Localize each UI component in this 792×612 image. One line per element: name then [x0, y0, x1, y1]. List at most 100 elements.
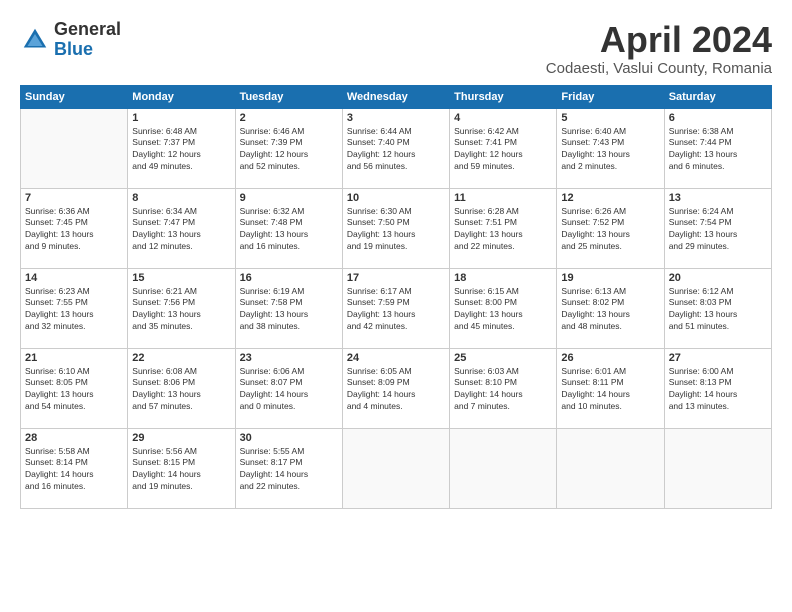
- calendar-day-header: Sunday: [21, 85, 128, 108]
- calendar-cell: 16 Sunrise: 6:19 AM Sunset: 7:58 PM Dayli…: [235, 268, 342, 348]
- day-info: Sunrise: 6:06 AM Sunset: 8:07 PM Dayligh…: [240, 366, 338, 414]
- calendar-cell: 23 Sunrise: 6:06 AM Sunset: 8:07 PM Dayli…: [235, 348, 342, 428]
- calendar-day-header: Friday: [557, 85, 664, 108]
- day-info: Sunrise: 6:30 AM Sunset: 7:50 PM Dayligh…: [347, 206, 445, 254]
- day-info: Sunrise: 6:26 AM Sunset: 7:52 PM Dayligh…: [561, 206, 659, 254]
- calendar-cell: 21Sunrise: 6:10 AM Sunset: 8:05 PM Dayli…: [21, 348, 128, 428]
- calendar-header-row: SundayMondayTuesdayWednesdayThursdayFrid…: [21, 85, 772, 108]
- calendar-cell: 10 Sunrise: 6:30 AM Sunset: 7:50 PM Dayli…: [342, 188, 449, 268]
- day-number: 24: [347, 352, 445, 364]
- day-info: Sunrise: 6:19 AM Sunset: 7:58 PM Dayligh…: [240, 286, 338, 334]
- day-info: Sunrise: 6:34 AM Sunset: 7:47 PM Dayligh…: [132, 206, 230, 254]
- day-number: 13: [669, 192, 767, 204]
- day-number: 19: [561, 272, 659, 284]
- day-number: 27: [669, 352, 767, 364]
- day-number: 26: [561, 352, 659, 364]
- day-info: Sunrise: 6:38 AM Sunset: 7:44 PM Dayligh…: [669, 126, 767, 174]
- calendar-cell: [21, 108, 128, 188]
- day-number: 11: [454, 192, 552, 204]
- day-number: 7: [25, 192, 123, 204]
- day-info: Sunrise: 6:05 AM Sunset: 8:09 PM Dayligh…: [347, 366, 445, 414]
- day-info: Sunrise: 6:21 AM Sunset: 7:56 PM Dayligh…: [132, 286, 230, 334]
- day-number: 1: [132, 112, 230, 124]
- day-number: 3: [347, 112, 445, 124]
- day-number: 22: [132, 352, 230, 364]
- logo-icon: [20, 25, 50, 55]
- day-info: Sunrise: 6:42 AM Sunset: 7:41 PM Dayligh…: [454, 126, 552, 174]
- day-number: 8: [132, 192, 230, 204]
- day-info: Sunrise: 6:01 AM Sunset: 8:11 PM Dayligh…: [561, 366, 659, 414]
- day-info: Sunrise: 6:40 AM Sunset: 7:43 PM Dayligh…: [561, 126, 659, 174]
- calendar-cell: [450, 428, 557, 508]
- day-number: 20: [669, 272, 767, 284]
- day-number: 4: [454, 112, 552, 124]
- day-number: 17: [347, 272, 445, 284]
- day-number: 12: [561, 192, 659, 204]
- logo: General Blue: [20, 20, 121, 60]
- calendar-cell: 22 Sunrise: 6:08 AM Sunset: 8:06 PM Dayli…: [128, 348, 235, 428]
- calendar-cell: 24 Sunrise: 6:05 AM Sunset: 8:09 PM Dayli…: [342, 348, 449, 428]
- calendar-cell: 12 Sunrise: 6:26 AM Sunset: 7:52 PM Dayli…: [557, 188, 664, 268]
- calendar-cell: 15 Sunrise: 6:21 AM Sunset: 7:56 PM Dayli…: [128, 268, 235, 348]
- day-number: 9: [240, 192, 338, 204]
- calendar-day-header: Tuesday: [235, 85, 342, 108]
- day-info: Sunrise: 6:08 AM Sunset: 8:06 PM Dayligh…: [132, 366, 230, 414]
- logo-text: General Blue: [54, 20, 121, 60]
- day-info: Sunrise: 6:28 AM Sunset: 7:51 PM Dayligh…: [454, 206, 552, 254]
- calendar-cell: 2 Sunrise: 6:46 AM Sunset: 7:39 PM Daylig…: [235, 108, 342, 188]
- day-number: 23: [240, 352, 338, 364]
- calendar-day-header: Thursday: [450, 85, 557, 108]
- calendar-week-row: 7 Sunrise: 6:36 AM Sunset: 7:45 PM Daylig…: [21, 188, 772, 268]
- calendar-cell: 18 Sunrise: 6:15 AM Sunset: 8:00 PM Dayli…: [450, 268, 557, 348]
- day-info: Sunrise: 6:03 AM Sunset: 8:10 PM Dayligh…: [454, 366, 552, 414]
- calendar-cell: [342, 428, 449, 508]
- day-info: Sunrise: 6:13 AM Sunset: 8:02 PM Dayligh…: [561, 286, 659, 334]
- calendar-cell: 13 Sunrise: 6:24 AM Sunset: 7:54 PM Dayli…: [664, 188, 771, 268]
- logo-general: General: [54, 20, 121, 40]
- calendar-cell: 20 Sunrise: 6:12 AM Sunset: 8:03 PM Dayli…: [664, 268, 771, 348]
- day-number: 10: [347, 192, 445, 204]
- calendar-day-header: Monday: [128, 85, 235, 108]
- day-info: Sunrise: 6:46 AM Sunset: 7:39 PM Dayligh…: [240, 126, 338, 174]
- calendar-cell: 17Sunrise: 6:17 AM Sunset: 7:59 PM Dayli…: [342, 268, 449, 348]
- day-info: Sunrise: 6:00 AM Sunset: 8:13 PM Dayligh…: [669, 366, 767, 414]
- day-info: Sunrise: 5:55 AM Sunset: 8:17 PM Dayligh…: [240, 446, 338, 494]
- day-number: 15: [132, 272, 230, 284]
- day-number: 16: [240, 272, 338, 284]
- calendar-cell: 25 Sunrise: 6:03 AM Sunset: 8:10 PM Dayli…: [450, 348, 557, 428]
- day-info: Sunrise: 5:56 AM Sunset: 8:15 PM Dayligh…: [132, 446, 230, 494]
- day-number: 14: [25, 272, 123, 284]
- calendar-cell: [557, 428, 664, 508]
- logo-blue-text: Blue: [54, 40, 121, 60]
- day-info: Sunrise: 6:36 AM Sunset: 7:45 PM Dayligh…: [25, 206, 123, 254]
- day-info: Sunrise: 6:12 AM Sunset: 8:03 PM Dayligh…: [669, 286, 767, 334]
- calendar-cell: 5 Sunrise: 6:40 AM Sunset: 7:43 PM Daylig…: [557, 108, 664, 188]
- calendar-cell: 19 Sunrise: 6:13 AM Sunset: 8:02 PM Dayli…: [557, 268, 664, 348]
- page: General Blue April 2024 Codaesti, Vaslui…: [0, 0, 792, 612]
- calendar-table: SundayMondayTuesdayWednesdayThursdayFrid…: [20, 85, 772, 509]
- calendar-cell: 29 Sunrise: 5:56 AM Sunset: 8:15 PM Dayli…: [128, 428, 235, 508]
- calendar-cell: 4 Sunrise: 6:42 AM Sunset: 7:41 PM Daylig…: [450, 108, 557, 188]
- calendar-week-row: 21Sunrise: 6:10 AM Sunset: 8:05 PM Dayli…: [21, 348, 772, 428]
- day-number: 2: [240, 112, 338, 124]
- calendar-cell: 26 Sunrise: 6:01 AM Sunset: 8:11 PM Dayli…: [557, 348, 664, 428]
- calendar-day-header: Wednesday: [342, 85, 449, 108]
- calendar-week-row: 28Sunrise: 5:58 AM Sunset: 8:14 PM Dayli…: [21, 428, 772, 508]
- calendar-cell: 27 Sunrise: 6:00 AM Sunset: 8:13 PM Dayli…: [664, 348, 771, 428]
- calendar-cell: 8 Sunrise: 6:34 AM Sunset: 7:47 PM Daylig…: [128, 188, 235, 268]
- day-info: Sunrise: 6:23 AM Sunset: 7:55 PM Dayligh…: [25, 286, 123, 334]
- day-number: 5: [561, 112, 659, 124]
- day-info: Sunrise: 6:10 AM Sunset: 8:05 PM Dayligh…: [25, 366, 123, 414]
- day-number: 18: [454, 272, 552, 284]
- day-info: Sunrise: 6:24 AM Sunset: 7:54 PM Dayligh…: [669, 206, 767, 254]
- calendar-cell: 28Sunrise: 5:58 AM Sunset: 8:14 PM Dayli…: [21, 428, 128, 508]
- day-number: 25: [454, 352, 552, 364]
- calendar-week-row: 1Sunrise: 6:48 AM Sunset: 7:37 PM Daylig…: [21, 108, 772, 188]
- calendar-cell: 3Sunrise: 6:44 AM Sunset: 7:40 PM Daylig…: [342, 108, 449, 188]
- calendar-cell: 6Sunrise: 6:38 AM Sunset: 7:44 PM Daylig…: [664, 108, 771, 188]
- day-number: 29: [132, 432, 230, 444]
- day-info: Sunrise: 6:15 AM Sunset: 8:00 PM Dayligh…: [454, 286, 552, 334]
- calendar-day-header: Saturday: [664, 85, 771, 108]
- day-number: 28: [25, 432, 123, 444]
- calendar-week-row: 14 Sunrise: 6:23 AM Sunset: 7:55 PM Dayli…: [21, 268, 772, 348]
